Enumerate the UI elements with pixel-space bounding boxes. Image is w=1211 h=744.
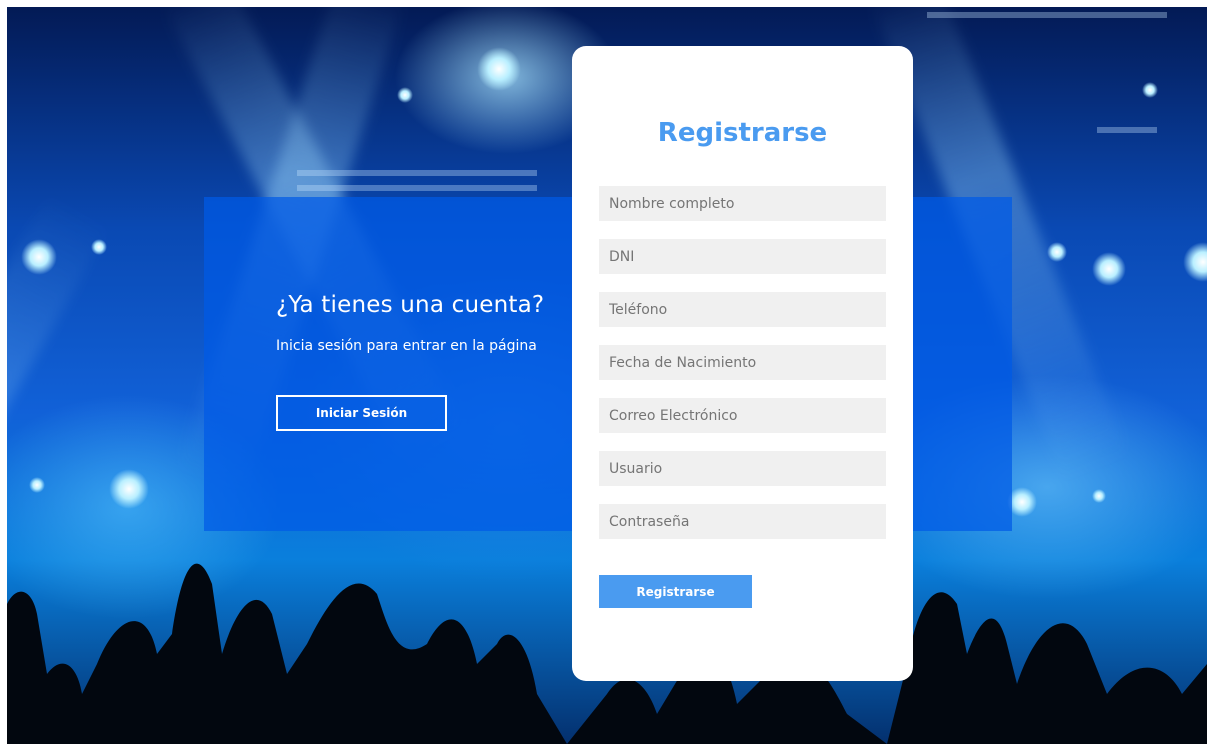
email-input[interactable] bbox=[599, 398, 886, 433]
register-card: Registrarse Registrarse bbox=[572, 46, 913, 681]
password-input[interactable] bbox=[599, 504, 886, 539]
page: ¿Ya tienes una cuenta? Inicia sesión par… bbox=[0, 0, 1211, 744]
full-name-input[interactable] bbox=[599, 186, 886, 221]
register-submit-button[interactable]: Registrarse bbox=[599, 575, 752, 608]
birthdate-input[interactable] bbox=[599, 345, 886, 380]
username-input[interactable] bbox=[599, 451, 886, 486]
login-prompt-text: Inicia sesión para entrar en la página bbox=[276, 338, 537, 354]
login-button[interactable]: Iniciar Sesión bbox=[276, 395, 447, 431]
register-title: Registrarse bbox=[657, 118, 828, 148]
phone-input[interactable] bbox=[599, 292, 886, 327]
dni-input[interactable] bbox=[599, 239, 886, 274]
login-prompt-title: ¿Ya tienes una cuenta? bbox=[276, 292, 545, 318]
login-prompt-content: ¿Ya tienes una cuenta? Inicia sesión par… bbox=[276, 292, 566, 431]
